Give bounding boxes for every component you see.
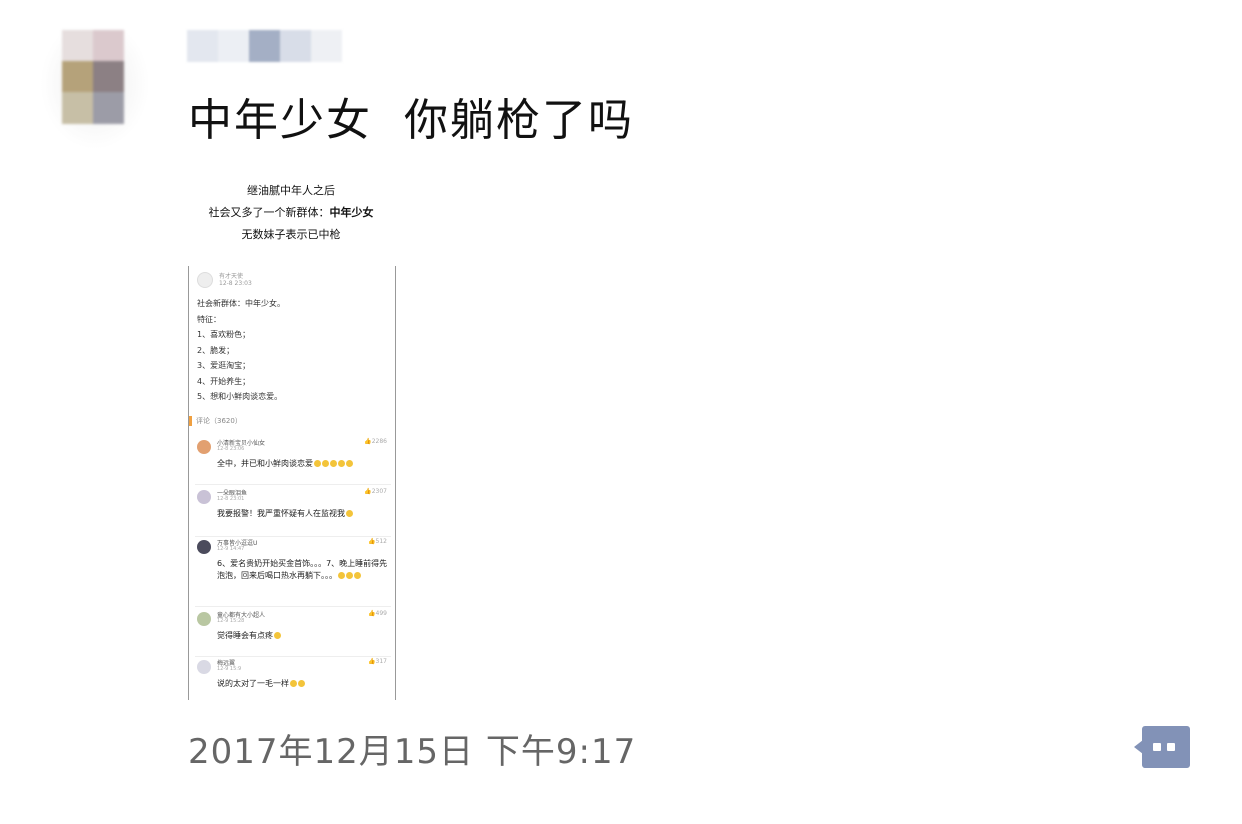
comment-row: 童心都有大小超人 12-9 15:28 👍499 觉得睡会有点疼 xyxy=(195,610,391,657)
comment-row: 万事皆小逗逗U 12-9 14:47 👍512 6、爱名贵奶开始买金首饰。。。7… xyxy=(195,538,391,607)
comment-avatar xyxy=(197,612,211,626)
comment-time: 12-9 15:9 xyxy=(217,666,242,672)
caption-line-1: 继油腻中年人之后 xyxy=(247,184,335,197)
comment-avatar xyxy=(197,540,211,554)
body-line: 5、想和小鲜肉谈恋爱。 xyxy=(197,392,283,401)
body-line: 社会新群体：中年少女。 xyxy=(197,299,285,308)
comments-count: 评论（3620） xyxy=(196,417,242,425)
post-timestamp: 2017年12月15日 下午9:17 xyxy=(188,732,637,772)
comment-text: 6、爱名贵奶开始买金首饰。。。7、晚上睡前得先泡泡，回来后喝口热水再躺下。。。 xyxy=(217,559,388,580)
shot-author: 有才天使 12-8 23:03 xyxy=(197,272,252,288)
post-text: 中年少女 你躺枪了吗 xyxy=(188,95,634,146)
comment-text: 我要报警！我严重怀疑有人在监视我 xyxy=(217,508,389,520)
body-line: 4、开始养生； xyxy=(197,376,251,386)
shot-author-time: 12-8 23:03 xyxy=(219,280,252,287)
comment-dot xyxy=(1153,743,1161,751)
author-nickname[interactable] xyxy=(187,30,342,62)
weibo-screenshot: 有才天使 12-8 23:03 社会新群体：中年少女。 特征： 1、喜欢粉色； … xyxy=(188,266,396,700)
caption-line-2: 社会又多了一个新群体：中年少女 xyxy=(208,206,374,219)
body-line: 3、爱逛淘宝； xyxy=(197,361,251,370)
comment-likes: 👍317 xyxy=(368,658,387,665)
comment-text: 全中，并已和小鲜肉谈恋爱 xyxy=(217,458,389,470)
comment-time: 12-8 23:01 xyxy=(217,496,245,502)
body-line: 2、脆发； xyxy=(197,345,235,355)
comment-avatar xyxy=(197,440,211,454)
comment-likes: 👍499 xyxy=(368,610,387,617)
shot-author-name: 有才天使 xyxy=(219,273,244,280)
comments-header-marker xyxy=(189,416,192,426)
comment-likes: 👍2307 xyxy=(364,488,387,495)
comments-header: 评论（3620） xyxy=(189,416,242,426)
comment-avatar xyxy=(197,660,211,674)
comment-text: 说的太对了一毛一样 xyxy=(217,678,389,690)
caption-line-3: 无数妹子表示已中枪 xyxy=(241,228,341,241)
comment-row: 小清新宝贝小仙女 12-8 23:06 👍2286 全中，并已和小鲜肉谈恋爱 xyxy=(195,438,391,485)
body-line: 特征： xyxy=(197,314,221,324)
comment-text: 觉得睡会有点疼 xyxy=(217,630,389,642)
comment-row: 一朵眼泪鱼 12-8 23:01 👍2307 我要报警！我严重怀疑有人在监视我 xyxy=(195,488,391,537)
comment-likes: 👍2286 xyxy=(364,438,387,445)
post-image[interactable]: 继油腻中年人之后 社会又多了一个新群体：中年少女 无数妹子表示已中枪 有才天使 … xyxy=(186,178,396,700)
comment-time: 12-9 14:47 xyxy=(217,546,245,552)
comment-dot xyxy=(1167,743,1175,751)
comment-likes: 👍512 xyxy=(368,538,387,545)
shot-body: 社会新群体：中年少女。 特征： 1、喜欢粉色； 2、脆发； 3、爱逛淘宝； 4、… xyxy=(197,296,285,405)
comment-time: 12-8 23:06 xyxy=(217,446,245,452)
shot-author-avatar xyxy=(197,272,213,288)
comment-action-button[interactable] xyxy=(1134,726,1190,768)
avatar[interactable] xyxy=(62,30,124,124)
comment-dots-icon xyxy=(1142,726,1190,768)
comment-time: 12-9 15:28 xyxy=(217,618,245,624)
comment-row: 梅远翼 12-9 15:9 👍317 说的太对了一毛一样 xyxy=(195,658,391,698)
comment-avatar xyxy=(197,490,211,504)
body-line: 1、喜欢粉色； xyxy=(197,330,251,339)
